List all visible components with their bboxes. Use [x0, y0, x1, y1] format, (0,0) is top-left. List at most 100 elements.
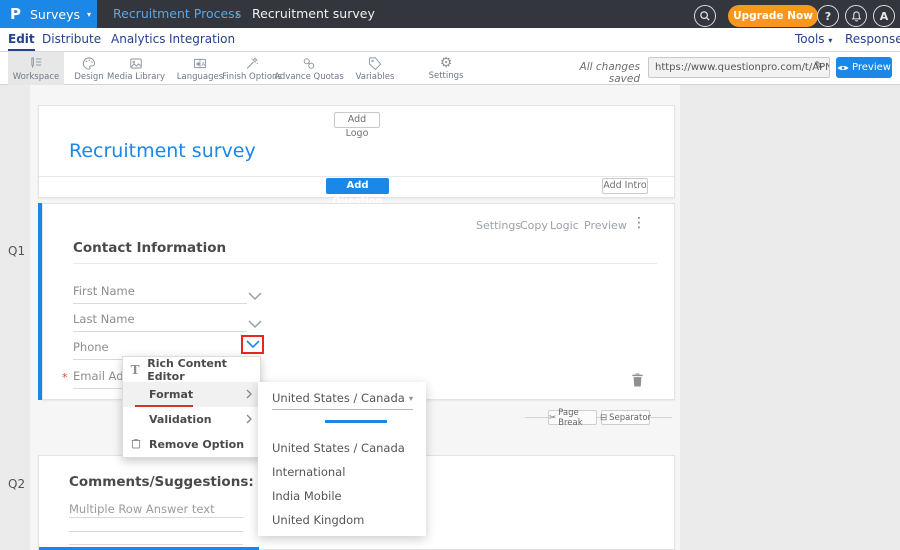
toolbar-advance-quotas-label: Advance Quotas — [274, 72, 344, 82]
answer-line[interactable] — [69, 518, 243, 532]
divider — [39, 176, 674, 177]
save-status: All changes saved — [558, 61, 640, 85]
svg-text:A: A — [201, 61, 205, 67]
answer-line[interactable] — [69, 532, 243, 545]
tab-integration[interactable]: Integration — [169, 28, 235, 51]
product-menu-label: Surveys — [30, 7, 80, 22]
tab-distribute[interactable]: Distribute — [42, 28, 101, 51]
tag-icon — [367, 56, 383, 71]
responses-label: Responses: — [845, 32, 900, 46]
questionpro-logo: P — [10, 5, 21, 23]
format-option-us-canada[interactable]: United States / Canada — [272, 441, 405, 455]
gear-icon: ⚙ — [440, 56, 453, 70]
svg-text:✱: ✱ — [196, 60, 201, 67]
menu-item-label: Remove Option — [149, 438, 244, 451]
search-button[interactable] — [694, 5, 716, 27]
scissors-icon: ✂ — [549, 413, 556, 423]
menu-item-format[interactable]: Format — [123, 382, 260, 407]
product-menu[interactable]: P Surveys ▾ — [0, 0, 97, 28]
format-select[interactable]: United States / Canada ▾ — [272, 391, 413, 410]
survey-title[interactable]: Recruitment survey — [69, 140, 256, 162]
tab-edit[interactable]: Edit — [8, 28, 35, 51]
question-logic-link[interactable]: Logic — [550, 219, 579, 232]
format-option-united-kingdom[interactable]: United Kingdom — [272, 513, 364, 527]
phone-format-flyout: United States / Canada ▾ United States /… — [258, 382, 426, 536]
question-preview-link[interactable]: Preview — [584, 219, 627, 232]
survey-url-field[interactable]: https://www.questionpro.com/t/APNrFZ — [648, 57, 830, 78]
toolbar-settings[interactable]: ⚙ Settings — [418, 52, 474, 85]
toolbar-finish-options[interactable]: Finish Options — [224, 52, 280, 85]
toolbar-finish-options-label: Finish Options — [222, 72, 282, 82]
text-format-icon: T — [123, 363, 147, 377]
required-asterisk: * — [62, 371, 68, 384]
workspace-icon — [28, 56, 44, 71]
multirow-answer-placeholder[interactable]: Multiple Row Answer text — [69, 502, 243, 518]
chevron-down-icon[interactable] — [248, 314, 262, 323]
format-option-international[interactable]: International — [272, 465, 345, 479]
annotation-highlight-box — [241, 335, 264, 354]
add-intro-button[interactable]: Add Intro — [602, 178, 648, 194]
chevron-down-icon: ▾ — [87, 10, 91, 19]
phone-options-chevron-icon[interactable] — [246, 340, 260, 349]
separator-button[interactable]: ⊟ Separator — [601, 410, 650, 425]
menu-item-remove-option[interactable]: Remove Option — [123, 432, 260, 457]
menu-item-rich-content-editor[interactable]: T Rich Content Editor — [123, 357, 260, 382]
tab-analytics[interactable]: Analytics — [111, 28, 166, 51]
question-title[interactable]: Comments/Suggestions: — [69, 474, 254, 490]
add-logo-button[interactable]: Add Logo — [334, 112, 380, 128]
toolbar-design-label: Design — [74, 72, 103, 82]
question-copy-link[interactable]: Copy — [520, 219, 548, 232]
toolbar-workspace[interactable]: Workspace — [8, 52, 64, 85]
toolbar-languages-label: Languages — [177, 72, 223, 82]
add-question-button[interactable]: Add Question — [326, 178, 389, 194]
submenu-arrow-icon — [246, 389, 252, 402]
breadcrumb-parent[interactable]: Recruitment Process — [113, 0, 241, 28]
option-context-menu: T Rich Content Editor Format Validation … — [122, 356, 261, 458]
notifications-button[interactable] — [845, 5, 867, 27]
chevron-down-icon[interactable] — [248, 286, 262, 295]
kebab-menu-icon[interactable]: ⋮ — [632, 215, 646, 231]
help-button[interactable]: ? — [817, 5, 839, 27]
question-settings-link[interactable]: Settings — [476, 219, 521, 232]
format-option-india-mobile[interactable]: India Mobile — [272, 489, 342, 503]
menu-item-label: Format — [149, 388, 193, 401]
field-row-first-name[interactable]: First Name — [73, 284, 247, 304]
wand-icon — [244, 56, 260, 71]
translate-icon: ✱ A — [192, 56, 208, 71]
avatar-initial: A — [880, 10, 889, 23]
field-row-last-name[interactable]: Last Name — [73, 312, 247, 332]
tools-label: Tools — [795, 32, 825, 46]
tools-menu[interactable]: Tools ▾ — [795, 28, 832, 51]
page-break-button[interactable]: ✂ Page Break — [548, 410, 597, 425]
account-avatar[interactable]: A — [873, 5, 895, 27]
toolbar-advance-quotas[interactable]: Advance Quotas — [277, 52, 341, 85]
trash-icon — [631, 372, 644, 387]
toolbar-variables-label: Variables — [356, 72, 395, 82]
survey-header-card: Add Logo Recruitment survey Add Question… — [38, 105, 675, 198]
question-number-q2: Q2 — [8, 477, 25, 491]
image-icon — [128, 56, 144, 71]
toolbar-media-library[interactable]: Media Library — [108, 52, 164, 85]
active-indicator — [325, 420, 387, 423]
toolbar-media-library-label: Media Library — [107, 72, 165, 82]
responses-link[interactable]: Responses: 4 — [845, 28, 900, 51]
bell-icon — [850, 10, 863, 23]
separator-icon: ⊟ — [600, 413, 607, 423]
toolbar-variables[interactable]: Variables — [347, 52, 403, 85]
search-icon — [699, 10, 711, 22]
delete-question-button[interactable] — [631, 372, 644, 391]
top-navbar: P Surveys ▾ Recruitment Process › Recrui… — [0, 0, 900, 28]
toolbar-languages[interactable]: ✱ A Languages — [172, 52, 228, 85]
question-title[interactable]: Contact Information — [73, 240, 226, 256]
separator-label: Separator — [609, 413, 651, 423]
chevron-down-icon: ▾ — [828, 36, 832, 45]
preview-button[interactable]: Preview — [836, 57, 892, 78]
menu-item-validation[interactable]: Validation — [123, 407, 260, 432]
edit-url-icon[interactable]: ✎ — [814, 59, 823, 72]
preview-button-label: Preview — [852, 62, 891, 73]
toolbar-settings-label: Settings — [429, 71, 464, 81]
tab-bar: Edit Distribute Analytics Integration To… — [0, 28, 900, 52]
upgrade-now-button[interactable]: Upgrade Now — [728, 5, 818, 27]
question-icon: ? — [825, 10, 831, 23]
annotation-underline — [135, 405, 193, 408]
